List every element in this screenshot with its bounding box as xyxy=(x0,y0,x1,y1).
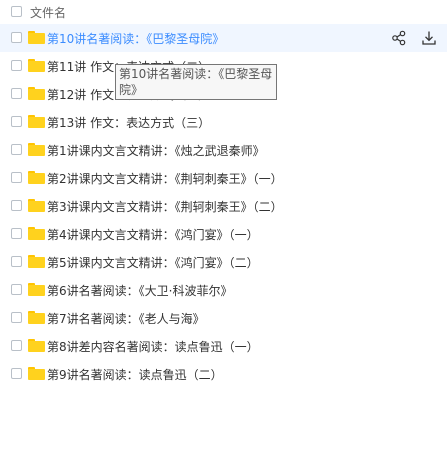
file-row[interactable]: 第9讲名著阅读：读点鲁迅（二） xyxy=(0,360,447,388)
row-checkbox[interactable] xyxy=(11,284,22,295)
file-name[interactable]: 第1讲课内文言文精讲：《烛之武退秦师》 xyxy=(47,142,265,159)
row-checkbox[interactable] xyxy=(11,340,22,351)
file-name[interactable]: 第3讲课内文言文精讲：《荆轲刺秦王》（二） xyxy=(47,198,283,215)
row-checkbox[interactable] xyxy=(11,116,22,127)
file-row[interactable]: 第13讲 作文：表达方式（三） xyxy=(0,108,447,136)
file-name[interactable]: 第7讲名著阅读：《老人与海》 xyxy=(47,310,205,327)
file-name[interactable]: 第9讲名著阅读：读点鲁迅（二） xyxy=(47,366,223,383)
folder-icon xyxy=(28,87,45,100)
row-checkbox[interactable] xyxy=(11,172,22,183)
file-row[interactable]: 第8讲差内容名著阅读：读点鲁迅（一） xyxy=(0,332,447,360)
file-row[interactable]: 第4讲课内文言文精讲：《鸿门宴》（一） xyxy=(0,220,447,248)
file-row[interactable]: 第1讲课内文言文精讲：《烛之武退秦师》 xyxy=(0,136,447,164)
folder-icon xyxy=(28,283,45,296)
folder-icon xyxy=(28,367,45,380)
folder-icon xyxy=(28,339,45,352)
row-checkbox[interactable] xyxy=(11,228,22,239)
file-row[interactable]: 第2讲课内文言文精讲：《荆轲刺秦王》（一） xyxy=(0,164,447,192)
filename-tooltip: 第10讲名著阅读：《巴黎圣母院》 xyxy=(115,64,277,100)
row-checkbox[interactable] xyxy=(11,88,22,99)
file-row[interactable]: 第10讲名著阅读：《巴黎圣母院》 xyxy=(0,24,447,52)
file-name[interactable]: 第10讲名著阅读：《巴黎圣母院》 xyxy=(47,30,224,47)
folder-icon xyxy=(28,31,45,44)
row-actions xyxy=(391,30,437,46)
share-icon[interactable] xyxy=(391,30,407,46)
folder-icon xyxy=(28,59,45,72)
row-checkbox[interactable] xyxy=(11,256,22,267)
file-row[interactable]: 第5讲课内文言文精讲：《鸿门宴》（二） xyxy=(0,248,447,276)
row-checkbox[interactable] xyxy=(11,32,22,43)
folder-icon xyxy=(28,143,45,156)
row-checkbox[interactable] xyxy=(11,312,22,323)
folder-icon xyxy=(28,227,45,240)
file-row[interactable]: 第3讲课内文言文精讲：《荆轲刺秦王》（二） xyxy=(0,192,447,220)
row-checkbox[interactable] xyxy=(11,200,22,211)
folder-icon xyxy=(28,171,45,184)
file-name[interactable]: 第2讲课内文言文精讲：《荆轲刺秦王》（一） xyxy=(47,170,283,187)
row-checkbox[interactable] xyxy=(11,60,22,71)
select-all-checkbox[interactable] xyxy=(11,6,22,17)
file-name[interactable]: 第4讲课内文言文精讲：《鸿门宴》（一） xyxy=(47,226,259,243)
file-name[interactable]: 第13讲 作文：表达方式（三） xyxy=(47,114,210,131)
file-row[interactable]: 第7讲名著阅读：《老人与海》 xyxy=(0,304,447,332)
column-header-filename[interactable]: 文件名 xyxy=(30,4,66,21)
file-name[interactable]: 第6讲名著阅读：《大卫·科波菲尔》 xyxy=(47,282,232,299)
file-name[interactable]: 第5讲课内文言文精讲：《鸿门宴》（二） xyxy=(47,254,259,271)
file-list-header: 文件名 xyxy=(0,0,447,24)
row-checkbox[interactable] xyxy=(11,368,22,379)
folder-icon xyxy=(28,115,45,128)
file-name[interactable]: 第8讲差内容名著阅读：读点鲁迅（一） xyxy=(47,338,259,355)
download-icon[interactable] xyxy=(421,30,437,46)
folder-icon xyxy=(28,255,45,268)
folder-icon xyxy=(28,199,45,212)
row-checkbox[interactable] xyxy=(11,144,22,155)
file-row[interactable]: 第6讲名著阅读：《大卫·科波菲尔》 xyxy=(0,276,447,304)
folder-icon xyxy=(28,311,45,324)
